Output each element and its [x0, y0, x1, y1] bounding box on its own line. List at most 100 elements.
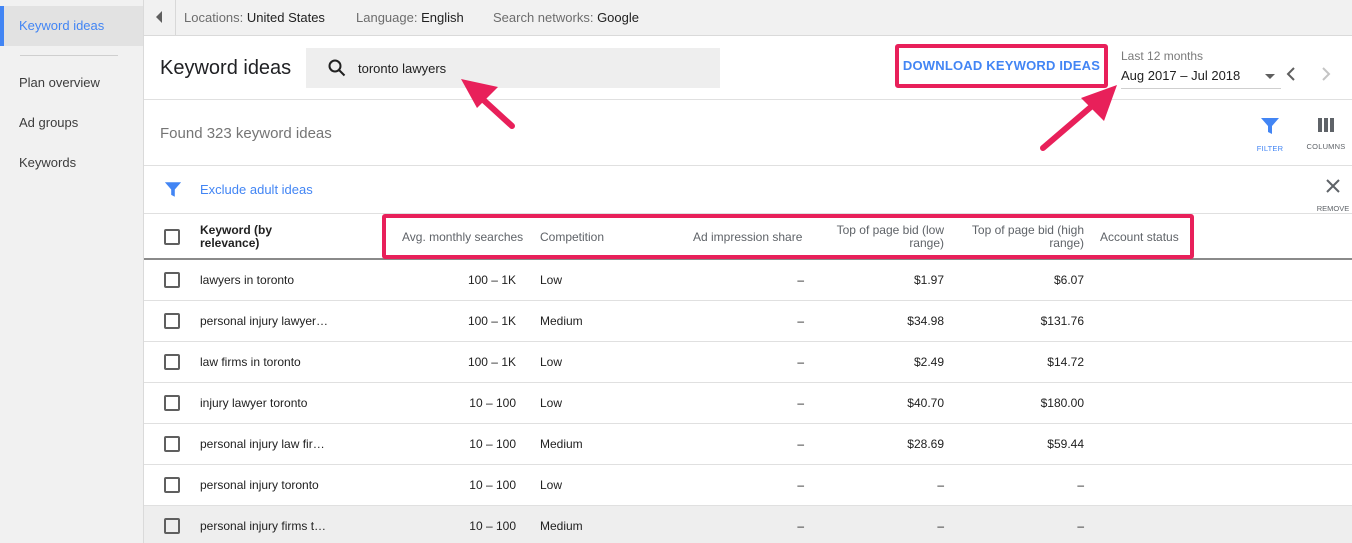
header-avg-monthly-searches[interactable]: Avg. monthly searches: [402, 231, 523, 244]
row-checkbox[interactable]: [164, 518, 180, 534]
cell-competition: Medium: [540, 519, 583, 533]
dropdown-caret-icon: [1265, 74, 1275, 79]
filter-icon: [164, 182, 182, 197]
header-account-status[interactable]: Account status: [1100, 231, 1179, 244]
cell-keyword: personal injury lawyer…: [200, 314, 329, 328]
cell-top-bid-low: –: [937, 519, 944, 533]
cell-keyword: personal injury law fir…: [200, 437, 325, 451]
date-range-picker[interactable]: Last 12 months Aug 2017 – Jul 2018: [1121, 49, 1281, 89]
results-summary-bar: Found 323 keyword ideas FILTER COLUMNS: [144, 101, 1352, 166]
search-networks-setting[interactable]: Search networks: Google: [493, 10, 639, 25]
cell-top-bid-high: –: [1077, 519, 1084, 533]
download-highlight-box: DOWNLOAD KEYWORD IDEAS: [895, 44, 1108, 88]
locations-label: Locations:: [184, 10, 244, 25]
chevron-left-icon: [156, 11, 162, 23]
header-keyword[interactable]: Keyword (by relevance): [200, 224, 310, 250]
cell-competition: Low: [540, 355, 563, 369]
cell-keyword: personal injury toronto: [200, 478, 319, 492]
sidebar-item-ad-groups[interactable]: Ad groups: [0, 103, 143, 143]
cell-keyword: injury lawyer toronto: [200, 396, 308, 410]
locations-setting[interactable]: Locations: United States: [184, 10, 325, 25]
sidebar-item-keywords[interactable]: Keywords: [0, 143, 143, 183]
cell-top-bid-high: –: [1077, 478, 1084, 492]
cell-keyword: lawyers in toronto: [200, 273, 295, 287]
header-ad-impression-share[interactable]: Ad impression share: [693, 231, 802, 244]
row-checkbox[interactable]: [164, 354, 180, 370]
collapse-sidebar-button[interactable]: [144, 0, 176, 35]
table-row[interactable]: injury lawyer toronto 10 – 100 Low – $40.70 $…: [144, 383, 1352, 424]
networks-value: Google: [597, 10, 639, 25]
date-range-label: Last 12 months: [1121, 49, 1204, 63]
keyword-search-input[interactable]: [358, 48, 708, 88]
download-keyword-ideas-button[interactable]: DOWNLOAD KEYWORD IDEAS: [899, 48, 1104, 84]
cell-top-bid-low: $40.70: [907, 396, 944, 410]
cell-keyword: personal injury firms t…: [200, 519, 327, 533]
cell-keyword: law firms in toronto: [200, 355, 301, 369]
header-top-bid-high[interactable]: Top of page bid (high range): [966, 224, 1084, 250]
table-row[interactable]: personal injury toronto 10 – 100 Low – – –: [144, 465, 1352, 506]
row-checkbox[interactable]: [164, 477, 180, 493]
table-row[interactable]: lawyers in toronto 100 – 1K Low – $1.97 $6.07: [144, 260, 1352, 301]
cell-ad-impression-share: –: [797, 519, 804, 533]
cell-avg-monthly-searches: 100 – 1K: [467, 273, 516, 287]
cell-top-bid-high: $131.76: [1040, 314, 1084, 328]
cell-top-bid-low: –: [937, 478, 944, 492]
columns-button[interactable]: COLUMNS: [1304, 117, 1348, 151]
sidebar-item-plan-overview[interactable]: Plan overview: [0, 63, 143, 103]
locations-value: United States: [246, 10, 325, 25]
select-all-checkbox[interactable]: [164, 229, 180, 245]
keyword-search-box[interactable]: [306, 48, 720, 88]
keyword-planner-app: Keyword ideas Plan overview Ad groups Ke…: [0, 0, 1352, 543]
sidebar-divider: [20, 55, 118, 56]
row-checkbox[interactable]: [164, 436, 180, 452]
cell-ad-impression-share: –: [797, 314, 804, 328]
cell-competition: Medium: [540, 437, 583, 451]
results-count: Found 323 keyword ideas: [160, 125, 332, 142]
top-settings-bar: Locations: United States Language: Engli…: [144, 0, 1352, 36]
cell-avg-monthly-searches: 10 – 100: [469, 519, 516, 533]
row-checkbox[interactable]: [164, 395, 180, 411]
cell-ad-impression-share: –: [797, 396, 804, 410]
cell-avg-monthly-searches: 10 – 100: [469, 478, 516, 492]
table-header: Keyword (by relevance) Avg. monthly sear…: [144, 214, 1352, 260]
columns-icon: [1318, 118, 1334, 132]
cell-avg-monthly-searches: 100 – 1K: [467, 355, 516, 369]
cell-top-bid-low: $1.97: [913, 273, 944, 287]
table-row[interactable]: personal injury firms t… 10 – 100 Medium – –…: [144, 506, 1352, 543]
header-top-bid-low[interactable]: Top of page bid (low range): [826, 224, 944, 250]
row-checkbox[interactable]: [164, 313, 180, 329]
cell-top-bid-low: $2.49: [913, 355, 944, 369]
row-checkbox[interactable]: [164, 272, 180, 288]
cell-avg-monthly-searches: 100 – 1K: [467, 314, 516, 328]
filter-icon: [1261, 118, 1279, 134]
table-row[interactable]: law firms in toronto 100 – 1K Low – $2.49 $14…: [144, 342, 1352, 383]
sidebar: Keyword ideas Plan overview Ad groups Ke…: [0, 0, 144, 543]
language-label: Language:: [356, 10, 418, 25]
networks-label: Search networks:: [493, 10, 594, 25]
keyword-ideas-table: Keyword (by relevance) Avg. monthly sear…: [144, 214, 1352, 543]
next-period-button[interactable]: [1320, 66, 1332, 82]
cell-top-bid-high: $6.07: [1053, 273, 1084, 287]
search-icon: [328, 59, 346, 77]
exclude-adult-ideas-filter[interactable]: Exclude adult ideas: [200, 182, 313, 197]
close-icon: [1326, 179, 1340, 193]
cell-ad-impression-share: –: [797, 273, 804, 287]
cell-ad-impression-share: –: [797, 478, 804, 492]
filter-label: FILTER: [1256, 144, 1284, 153]
table-row[interactable]: personal injury lawyer… 100 – 1K Medium – $3…: [144, 301, 1352, 342]
table-body: lawyers in toronto 100 – 1K Low – $1.97 $6.07…: [144, 260, 1352, 543]
table-row[interactable]: personal injury law fir… 10 – 100 Medium – $…: [144, 424, 1352, 465]
filter-button[interactable]: FILTER: [1248, 117, 1292, 153]
cell-competition: Low: [540, 478, 563, 492]
previous-period-button[interactable]: [1285, 66, 1297, 82]
cell-avg-monthly-searches: 10 – 100: [469, 396, 516, 410]
columns-label: COLUMNS: [1306, 142, 1346, 151]
cell-top-bid-high: $14.72: [1047, 355, 1084, 369]
page-header: Keyword ideas DOWNLOAD KEYWORD IDEAS Las…: [144, 36, 1352, 100]
remove-label: REMOVE: [1316, 204, 1350, 213]
remove-filter-button[interactable]: REMOVE: [1314, 178, 1352, 213]
page-title: Keyword ideas: [160, 57, 292, 79]
language-setting[interactable]: Language: English: [356, 10, 464, 25]
header-competition[interactable]: Competition: [540, 231, 604, 244]
sidebar-item-keyword-ideas[interactable]: Keyword ideas: [0, 6, 143, 46]
